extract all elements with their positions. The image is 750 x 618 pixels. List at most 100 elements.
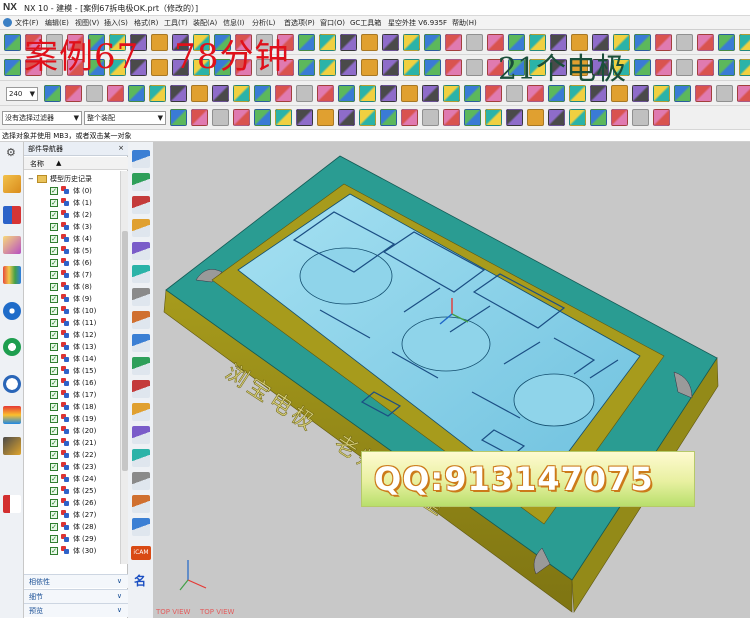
layer-move-icon[interactable] <box>132 426 150 444</box>
visibility-checkbox[interactable]: ✓ <box>50 475 58 483</box>
electrode-icon[interactable] <box>132 150 150 168</box>
tree-body-row[interactable]: ✓ 体 (10) <box>24 305 120 317</box>
tree-body-row[interactable]: ✓ 体 (15) <box>24 365 120 377</box>
cylinder-icon[interactable] <box>132 311 150 329</box>
tree-body-row[interactable]: ✓ 体 (22) <box>24 449 120 461</box>
visibility-checkbox[interactable]: ✓ <box>50 187 58 195</box>
split-body-icon[interactable] <box>676 34 693 51</box>
pan-icon[interactable] <box>737 85 750 102</box>
redo-icon[interactable] <box>401 109 418 126</box>
visibility-checkbox[interactable]: ✓ <box>50 511 58 519</box>
draft-icon[interactable] <box>634 34 651 51</box>
face-region-icon[interactable] <box>132 173 150 191</box>
tree-body-row[interactable]: ✓ 体 (8) <box>24 281 120 293</box>
menu-help[interactable]: 帮助(H) <box>452 18 477 28</box>
tree-body-row[interactable]: ✓ 体 (29) <box>24 533 120 545</box>
snap-grid-icon[interactable] <box>611 109 628 126</box>
tree-body-row[interactable]: ✓ 体 (18) <box>24 401 120 413</box>
delete-face-icon[interactable] <box>382 34 399 51</box>
clock-icon[interactable] <box>3 375 21 393</box>
rotate-icon[interactable] <box>86 85 103 102</box>
tree-body-row[interactable]: ✓ 体 (1) <box>24 197 120 209</box>
extrude-icon[interactable] <box>466 34 483 51</box>
menu-analysis[interactable]: 分析(L) <box>252 18 275 28</box>
visibility-checkbox[interactable]: ✓ <box>50 487 58 495</box>
wireframe-icon[interactable] <box>128 85 145 102</box>
sketch-icon[interactable] <box>4 34 21 51</box>
color-icon[interactable] <box>655 59 672 76</box>
tree-body-row[interactable]: ✓ 体 (2) <box>24 209 120 221</box>
tree-body-row[interactable]: ✓ 体 (24) <box>24 473 120 485</box>
snap-icon[interactable] <box>340 59 357 76</box>
menu-file[interactable]: 文件(F) <box>15 18 39 28</box>
visibility-checkbox[interactable]: ✓ <box>50 547 58 555</box>
snap-quadrant-icon[interactable] <box>317 109 334 126</box>
zoom-fit-icon[interactable] <box>716 85 733 102</box>
drawing-icon[interactable] <box>132 495 150 513</box>
display-icon[interactable] <box>676 59 693 76</box>
menu-assembly[interactable]: 装配(A) <box>193 18 217 28</box>
wcs-icon[interactable] <box>319 59 336 76</box>
navigator-scrollbar[interactable] <box>120 171 128 564</box>
visibility-checkbox[interactable]: ✓ <box>50 283 58 291</box>
settings-gear-icon[interactable]: ⚙ <box>6 146 16 159</box>
render-icon[interactable] <box>254 85 271 102</box>
filter-icon[interactable] <box>361 59 378 76</box>
shaded-icon[interactable] <box>443 85 460 102</box>
datum-plane-icon[interactable] <box>4 59 21 76</box>
snap-grid-icon[interactable] <box>359 109 376 126</box>
check-icon[interactable] <box>132 380 150 398</box>
point-icon[interactable] <box>424 59 441 76</box>
snap-midpoint-icon[interactable] <box>506 109 523 126</box>
section-preview[interactable]: 预览 ∨ <box>24 603 128 617</box>
graphics-viewport[interactable]: 浏宝电极 老师 作室 <box>154 142 750 618</box>
menu-info[interactable]: 信息(I) <box>223 18 245 28</box>
perspective-icon[interactable] <box>275 85 292 102</box>
tree-body-row[interactable]: ✓ 体 (9) <box>24 293 120 305</box>
visibility-checkbox[interactable]: ✓ <box>50 415 58 423</box>
visibility-checkbox[interactable]: ✓ <box>50 499 58 507</box>
visibility-checkbox[interactable]: ✓ <box>50 427 58 435</box>
table-icon[interactable] <box>132 472 150 490</box>
intersect-icon[interactable] <box>298 34 315 51</box>
selection-filter-dropdown[interactable]: 没有选择过滤器 ▼ <box>2 111 82 125</box>
visibility-checkbox[interactable]: ✓ <box>50 319 58 327</box>
extract-icon[interactable] <box>132 219 150 237</box>
tree-body-row[interactable]: ✓ 体 (19) <box>24 413 120 425</box>
snap-intersection-icon[interactable] <box>296 109 313 126</box>
tree-body-row[interactable]: ✓ 体 (7) <box>24 269 120 281</box>
move-face-icon[interactable] <box>361 34 378 51</box>
icam-icon[interactable]: iCAM <box>131 546 151 560</box>
section-dependencies[interactable]: 相依性 ∨ <box>24 574 128 588</box>
datum-plane-icon[interactable] <box>382 59 399 76</box>
undo-icon[interactable] <box>380 109 397 126</box>
web-browser-icon[interactable] <box>3 302 21 320</box>
light-icon[interactable] <box>317 85 334 102</box>
tree-body-row[interactable]: ✓ 体 (23) <box>24 461 120 473</box>
select-body-icon[interactable] <box>212 109 229 126</box>
tree-body-row[interactable]: ✓ 体 (13) <box>24 341 120 353</box>
column-header-name[interactable]: 名称 ▲ <box>24 157 128 170</box>
menu-gear-icon[interactable] <box>3 18 12 27</box>
clip-icon[interactable] <box>632 85 649 102</box>
visibility-checkbox[interactable]: ✓ <box>50 391 58 399</box>
snap-endpoint-icon[interactable] <box>485 109 502 126</box>
undo-icon[interactable] <box>632 109 649 126</box>
list-icon[interactable] <box>132 403 150 421</box>
select-edge-icon[interactable] <box>191 109 208 126</box>
collapse-icon[interactable]: − <box>28 173 34 185</box>
visibility-checkbox[interactable]: ✓ <box>50 355 58 363</box>
clip-icon[interactable] <box>296 85 313 102</box>
light-icon[interactable] <box>653 85 670 102</box>
unite-icon[interactable] <box>697 34 714 51</box>
box-icon[interactable] <box>132 288 150 306</box>
snap-center-icon[interactable] <box>275 109 292 126</box>
tree-body-row[interactable]: ✓ 体 (11) <box>24 317 120 329</box>
view-section-icon[interactable] <box>695 85 712 102</box>
visibility-checkbox[interactable]: ✓ <box>50 223 58 231</box>
mark-icon[interactable] <box>132 357 150 375</box>
visibility-checkbox[interactable]: ✓ <box>50 451 58 459</box>
tree-body-row[interactable]: ✓ 体 (12) <box>24 329 120 341</box>
menu-edit[interactable]: 编辑(E) <box>45 18 69 28</box>
tree-body-row[interactable]: ✓ 体 (6) <box>24 257 120 269</box>
